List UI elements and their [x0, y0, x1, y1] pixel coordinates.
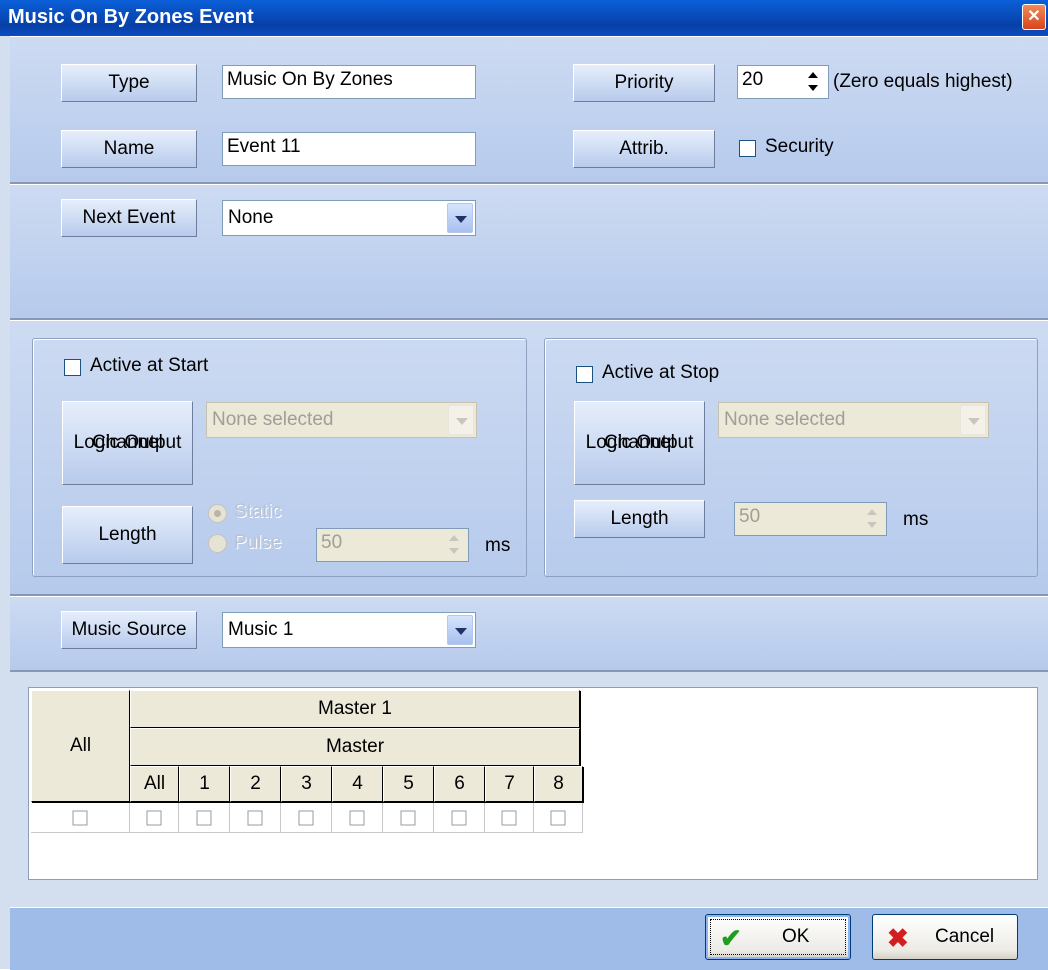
grid-column-header[interactable]: 6 — [434, 766, 485, 802]
priority-hint: (Zero equals highest) — [833, 71, 1013, 92]
type-field[interactable]: Music On By Zones — [222, 65, 476, 99]
title-bar[interactable]: Music On By Zones Event ✕ — [0, 0, 1048, 36]
x-icon: ✖ — [887, 923, 909, 953]
grid-header-master[interactable]: Master — [130, 728, 580, 766]
close-icon[interactable]: ✕ — [1022, 4, 1046, 30]
active-stop-label: Active at Stop — [602, 362, 720, 383]
grid-column-header[interactable]: 3 — [281, 766, 332, 802]
grid-header-all[interactable]: All — [31, 690, 130, 802]
stop-logic-value: None selected — [724, 409, 846, 430]
zone-checkbox[interactable] — [550, 810, 566, 825]
grid-cell — [31, 803, 130, 833]
music-source-dropdown[interactable]: Music 1 — [222, 612, 476, 648]
grid-cell — [281, 803, 332, 833]
zone-checkbox[interactable] — [400, 810, 416, 825]
name-field[interactable]: Event 11 — [222, 132, 476, 166]
zone-checkbox[interactable] — [298, 810, 314, 825]
stop-length-value: 50 — [739, 506, 761, 527]
name-label: Name — [61, 130, 197, 168]
stop-logic-dropdown[interactable]: None selected — [718, 402, 989, 438]
chevron-down-icon[interactable] — [447, 203, 473, 233]
music-source-value: Music 1 — [228, 619, 294, 640]
pulse-label: Pulse — [234, 532, 282, 553]
priority-spinner-icon[interactable] — [803, 67, 823, 97]
priority-label: Priority — [573, 64, 715, 102]
priority-value: 20 — [742, 69, 764, 90]
next-event-label: Next Event — [61, 199, 197, 237]
start-length-label: Length — [62, 506, 193, 564]
pulse-spinner-icon[interactable] — [444, 530, 464, 560]
grid-column-header[interactable]: 8 — [534, 766, 583, 802]
stop-length-label: Length — [574, 500, 705, 538]
grid-cell — [434, 803, 485, 833]
cancel-button[interactable]: ✖ Cancel — [872, 914, 1018, 960]
music-source-label: Music Source — [61, 611, 197, 649]
grid-column-header[interactable]: 2 — [230, 766, 281, 802]
grid-cell — [332, 803, 383, 833]
grid-header-master-1[interactable]: Master 1 — [130, 690, 580, 728]
checkmark-icon: ✔ — [720, 923, 742, 953]
static-label: Static — [234, 501, 282, 522]
ok-button[interactable]: ✔ OK — [705, 914, 851, 960]
next-event-panel: Next Event None — [10, 184, 1048, 320]
start-group: Active at Start Logic Output Channel None… — [32, 338, 527, 577]
zone-checkbox[interactable] — [451, 810, 467, 825]
ok-label: OK — [782, 926, 810, 947]
zone-checkbox[interactable] — [146, 810, 162, 825]
logic-output-panel: Active at Start Logic Output Channel None… — [10, 320, 1048, 596]
type-label: Type — [61, 64, 197, 102]
stop-group: Active at Stop Logic Output Channel None … — [544, 338, 1038, 577]
grid-cell — [383, 803, 434, 833]
pulse-length-value: 50 — [321, 532, 343, 553]
grid-cell — [485, 803, 534, 833]
cancel-label: Cancel — [935, 926, 995, 947]
window-title: Music On By Zones Event — [8, 6, 254, 28]
stop-length-field[interactable]: 50 — [734, 502, 887, 536]
priority-field[interactable]: 20 — [737, 65, 829, 99]
dialog-window: Music On By Zones Event ✕ Type Music On … — [0, 0, 1048, 970]
pulse-length-field[interactable]: 50 — [316, 528, 469, 562]
chevron-down-icon[interactable] — [960, 405, 986, 435]
attrib-label: Attrib. — [573, 130, 715, 168]
chevron-down-icon[interactable] — [447, 615, 473, 645]
start-ms-unit: ms — [485, 535, 511, 556]
zone-checkbox[interactable] — [72, 810, 88, 825]
grid-cell — [179, 803, 230, 833]
zone-grid: All Master 1 Master All 1 2 3 4 5 6 7 8 — [28, 687, 1038, 880]
grid-cell — [230, 803, 281, 833]
active-start-checkbox[interactable] — [64, 359, 81, 376]
zone-checkbox[interactable] — [247, 810, 263, 825]
grid-column-header[interactable]: 1 — [179, 766, 230, 802]
security-label: Security — [765, 136, 834, 157]
music-source-panel: Music Source Music 1 — [10, 596, 1048, 672]
general-panel: Type Music On By Zones Priority 20 (Zero… — [10, 36, 1048, 184]
zone-checkbox[interactable] — [349, 810, 365, 825]
security-checkbox[interactable] — [739, 140, 756, 157]
zone-checkbox[interactable] — [196, 810, 212, 825]
grid-cell — [130, 803, 179, 833]
active-stop-checkbox[interactable] — [576, 366, 593, 383]
start-logic-dropdown[interactable]: None selected — [206, 402, 477, 438]
active-start-label: Active at Start — [90, 355, 209, 376]
grid-column-header[interactable]: 4 — [332, 766, 383, 802]
zone-checkbox[interactable] — [501, 810, 517, 825]
next-event-dropdown[interactable]: None — [222, 200, 476, 236]
chevron-down-icon[interactable] — [448, 405, 474, 435]
next-event-value: None — [228, 207, 274, 228]
pulse-radio[interactable] — [208, 534, 227, 553]
grid-column-header[interactable]: All — [130, 766, 179, 802]
grid-column-header[interactable]: 5 — [383, 766, 434, 802]
start-logic-channel-label: Logic Output Channel — [62, 401, 193, 485]
static-radio[interactable] — [208, 504, 227, 523]
stop-ms-unit: ms — [903, 509, 929, 530]
grid-cell — [534, 803, 583, 833]
start-logic-value: None selected — [212, 409, 334, 430]
stop-logic-channel-label: Logic Output Channel — [574, 401, 705, 485]
stop-length-spinner-icon[interactable] — [862, 504, 882, 534]
grid-column-header[interactable]: 7 — [485, 766, 534, 802]
